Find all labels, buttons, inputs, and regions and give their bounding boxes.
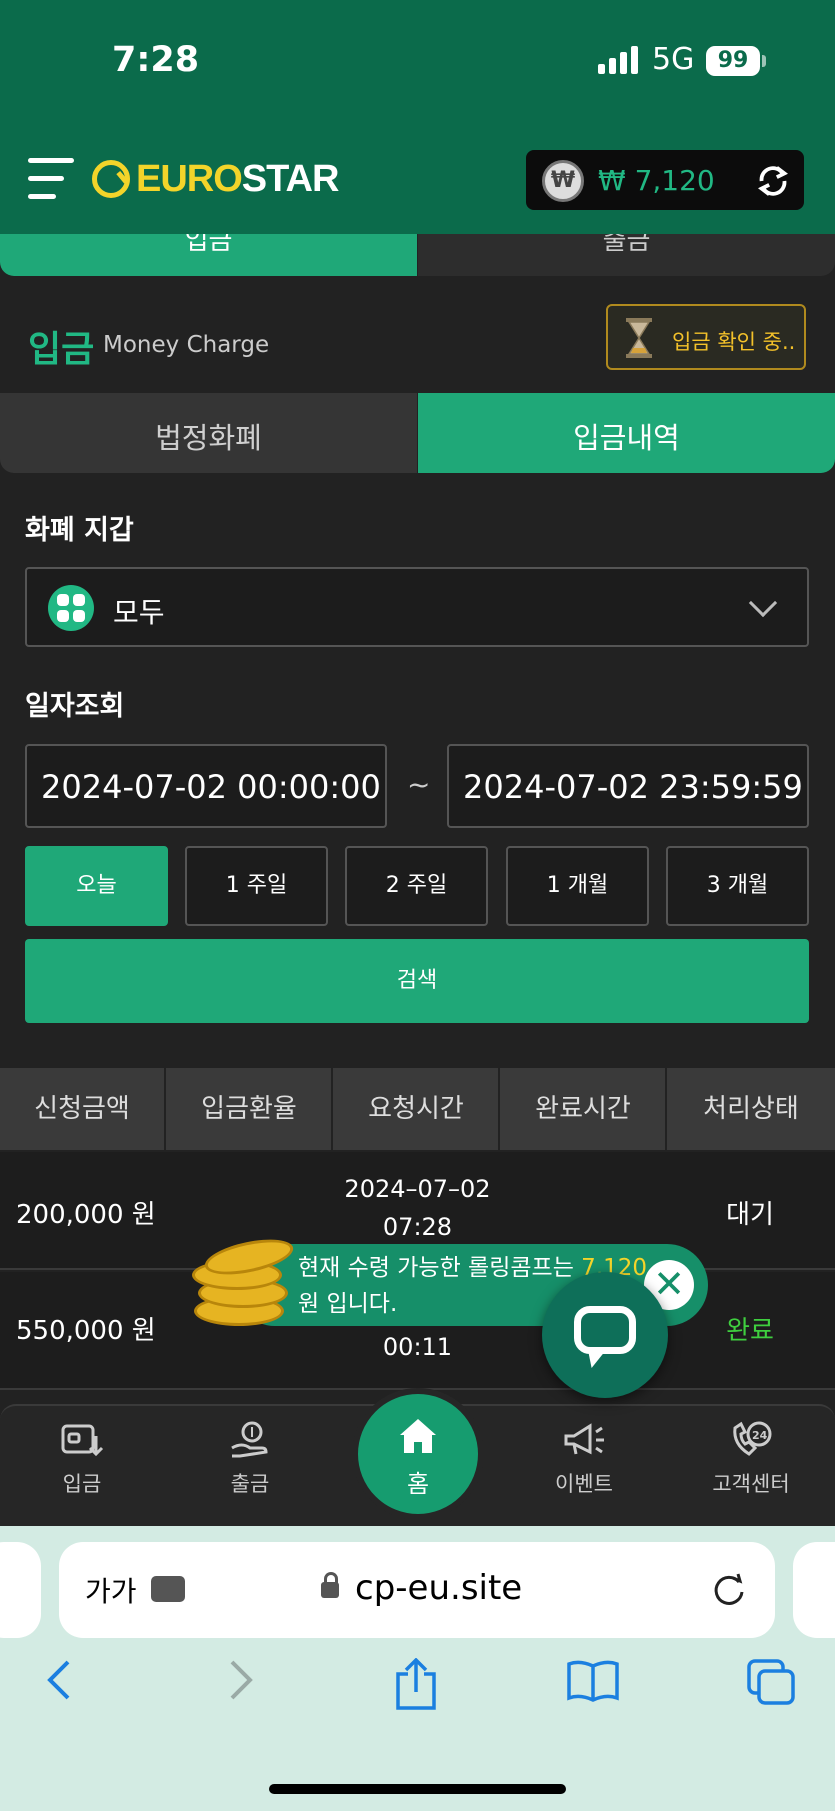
- hourglass-icon: [626, 318, 652, 358]
- date-to-input[interactable]: 2024-07-02 23:59:59: [447, 744, 809, 828]
- row-request-clock: 00:11: [382, 1333, 453, 1361]
- date-to-value: 2024-07-02 23:59:59: [463, 768, 803, 806]
- row-request-time: 2024–07–02 07:28: [335, 1170, 500, 1246]
- date-separator: ~: [407, 768, 431, 801]
- logo-text-euro: EURO: [136, 157, 243, 200]
- deposit-segment-tabs: 법정화폐 입금내역: [0, 393, 835, 473]
- nav-withdraw-label: 출금: [230, 1472, 270, 1496]
- address-bar[interactable]: 가가 cp-eu.site: [59, 1542, 775, 1638]
- page-subtitle: Money Charge: [103, 332, 270, 358]
- refresh-icon[interactable]: [754, 162, 792, 200]
- previous-tab-pill[interactable]: [0, 1542, 41, 1638]
- wallet-amount: ₩ 7,120: [598, 164, 715, 197]
- date-from-value: 2024-07-02 00:00:00: [41, 768, 381, 806]
- nav-home-label: 홈: [406, 1470, 430, 1498]
- section-heading: 입금 Money Charge 입금 확인 중..: [0, 290, 835, 390]
- gold-coins-icon: [190, 1232, 297, 1330]
- network-type: 5G: [652, 42, 695, 77]
- row-status: 대기: [726, 1200, 774, 1230]
- row-request-date: 2024–07–02: [344, 1175, 491, 1203]
- chat-bubble-icon: [574, 1306, 636, 1354]
- column-header-complete-time: 완료시간: [501, 1068, 667, 1150]
- tab-fiat[interactable]: 법정화폐: [0, 393, 417, 473]
- row-request-time: 00:11: [335, 1328, 500, 1366]
- nav-withdraw[interactable]: 출금: [185, 1420, 315, 1498]
- page: 7:28 5G 99 EURO STAR ₩ ₩ 7,120 입금 출금 입금 …: [0, 0, 835, 1811]
- row-amount: 200,000 원: [16, 1200, 156, 1230]
- nav-deposit-label: 입금: [62, 1472, 102, 1496]
- app-header: 7:28 5G 99 EURO STAR ₩ ₩ 7,120: [0, 0, 835, 234]
- nav-deposit[interactable]: 입금: [17, 1420, 147, 1498]
- grid-icon: [48, 585, 94, 631]
- range-2week-button[interactable]: 2 주일: [345, 846, 488, 926]
- wallet-label: 화폐 지갑: [25, 515, 134, 546]
- date-label: 일자조회: [25, 691, 125, 722]
- range-1month-button[interactable]: 1 개월: [506, 846, 649, 926]
- forward-icon[interactable]: [224, 1658, 256, 1702]
- logo-text-star: STAR: [241, 157, 340, 200]
- signal-icon: [598, 46, 640, 74]
- nav-home-button[interactable]: 홈: [352, 1388, 484, 1520]
- column-header-request-time: 요청시간: [334, 1068, 500, 1150]
- page-title: 입금: [28, 329, 95, 370]
- reload-icon[interactable]: [709, 1570, 749, 1610]
- tabs-icon[interactable]: [746, 1658, 796, 1706]
- won-coin-icon: ₩: [542, 160, 584, 202]
- bookmarks-icon[interactable]: [566, 1658, 620, 1704]
- share-icon[interactable]: [394, 1658, 438, 1710]
- toast-text-a: 현재 수령 가능한 롤링콤프는: [298, 1255, 582, 1281]
- nav-events[interactable]: 이벤트: [519, 1420, 649, 1498]
- column-header-rate: 입금환율: [167, 1068, 333, 1150]
- deposit-pending-button[interactable]: 입금 확인 중..: [606, 304, 806, 370]
- lock-icon: [321, 1572, 339, 1598]
- nav-support[interactable]: 24 고객센터: [686, 1420, 816, 1498]
- live-chat-button[interactable]: [542, 1272, 668, 1398]
- text-size-button[interactable]: 가가: [85, 1570, 137, 1610]
- toast-text-b: 원 입니다.: [298, 1291, 398, 1317]
- search-button[interactable]: 검색: [25, 939, 809, 1023]
- home-indicator: [269, 1784, 566, 1794]
- range-1week-button[interactable]: 1 주일: [185, 846, 328, 926]
- row-amount: 550,000 원: [16, 1316, 156, 1346]
- svg-text:24: 24: [752, 1429, 768, 1442]
- tab-deposit-history[interactable]: 입금내역: [418, 393, 835, 473]
- url-text: cp-eu.site: [355, 1568, 523, 1608]
- browser-chrome: 가가 cp-eu.site: [0, 1526, 835, 1811]
- range-3month-button[interactable]: 3 개월: [666, 846, 809, 926]
- nav-events-label: 이벤트: [555, 1472, 613, 1496]
- column-header-amount: 신청금액: [0, 1068, 166, 1150]
- range-today-button[interactable]: 오늘: [25, 846, 168, 926]
- next-tab-pill[interactable]: [793, 1542, 835, 1638]
- chat-tail-icon: [588, 1350, 606, 1368]
- table-header: 신청금액 입금환율 요청시간 완료시간 처리상태: [0, 1068, 835, 1150]
- row-request-clock: 07:28: [382, 1213, 453, 1241]
- column-header-status: 처리상태: [703, 1094, 799, 1124]
- phone-24-icon: 24: [733, 1421, 772, 1456]
- wallet-select-value: 모두: [113, 596, 165, 629]
- extension-icon[interactable]: [151, 1576, 185, 1602]
- row-status: 완료: [726, 1316, 774, 1346]
- hamburger-menu-icon[interactable]: [28, 156, 74, 202]
- status-time: 7:28: [112, 40, 200, 80]
- wallet-download-icon: [61, 1424, 104, 1457]
- battery-tip: [762, 55, 766, 67]
- nav-support-label: 고객센터: [712, 1472, 790, 1496]
- logo-mark-icon: [92, 160, 130, 198]
- deposit-pending-label: 입금 확인 중..: [672, 330, 796, 354]
- back-icon[interactable]: [44, 1658, 76, 1702]
- date-from-input[interactable]: 2024-07-02 00:00:00: [25, 744, 387, 828]
- chevron-down-icon: [748, 588, 778, 618]
- battery-icon: 99: [706, 46, 760, 76]
- eurostar-logo[interactable]: EURO STAR: [92, 156, 340, 202]
- megaphone-icon: [564, 1423, 604, 1455]
- hand-coin-icon: [231, 1421, 268, 1458]
- home-icon: [400, 1419, 436, 1453]
- wallet-select[interactable]: 모두: [25, 567, 809, 647]
- wallet-balance: ₩ ₩ 7,120: [526, 150, 804, 210]
